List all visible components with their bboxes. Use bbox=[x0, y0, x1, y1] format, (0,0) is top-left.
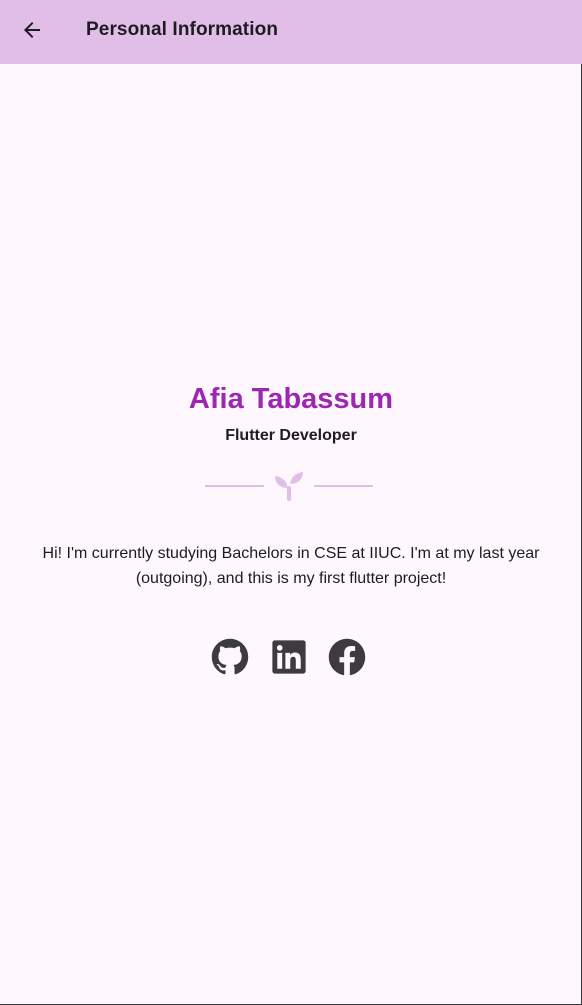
profile-role: Flutter Developer bbox=[225, 427, 357, 444]
sprout-icon bbox=[275, 472, 303, 501]
linkedin-icon[interactable] bbox=[270, 638, 308, 676]
social-links bbox=[211, 638, 371, 678]
arrow-back-icon bbox=[24, 22, 40, 38]
profile-bio: Hi! I'm currently studying Bachelors in … bbox=[42, 545, 540, 587]
decorative-divider bbox=[205, 470, 373, 502]
back-button[interactable] bbox=[14, 12, 50, 48]
profile-name: Afia Tabassum bbox=[188, 383, 394, 415]
page-title: Personal Information bbox=[86, 19, 279, 40]
divider-line-left bbox=[205, 485, 264, 487]
divider-line-right bbox=[314, 485, 373, 487]
app-bar: Personal Information bbox=[0, 0, 582, 64]
facebook-icon[interactable] bbox=[328, 638, 366, 676]
github-icon[interactable] bbox=[211, 638, 249, 676]
